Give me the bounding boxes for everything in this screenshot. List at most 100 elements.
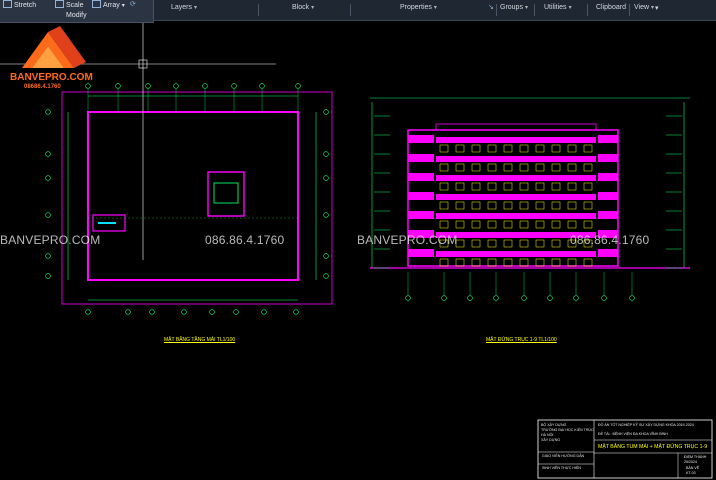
panel-block-label: Block (292, 4, 310, 11)
floor-slab-right (598, 173, 618, 181)
window (455, 201, 465, 210)
floor-slab-right (598, 154, 618, 162)
floor-slab-right (598, 135, 618, 143)
window (519, 201, 529, 210)
axis-bubble (45, 151, 51, 157)
floor-slab-left (408, 173, 434, 181)
axis-bubble (231, 83, 237, 89)
window (551, 182, 561, 191)
chevron-down-icon: ▾ (651, 5, 655, 11)
tb-class-label: ĐIỂM THÀNH (684, 455, 707, 459)
tb-supervisor: GIÁO VIÊN HƯỚNG DẪN (542, 454, 585, 458)
window (471, 144, 481, 153)
axis-bubble (601, 295, 607, 301)
panel-groups-label: Groups (500, 4, 523, 11)
axis-bubble (323, 151, 329, 157)
axis-bubble (45, 253, 51, 259)
window (471, 163, 481, 172)
axis-bubble (45, 109, 51, 115)
array-button[interactable]: Array ▾ (92, 0, 125, 9)
window (503, 239, 513, 248)
drawing-canvas[interactable] (0, 20, 716, 480)
axis-bubble (295, 83, 301, 89)
window (551, 163, 561, 172)
tb-city: HÀ NỘI (541, 433, 554, 437)
chevron-down-icon: ▾ (121, 3, 125, 9)
plan-dimension-frame (61, 91, 333, 305)
floor-balcony (436, 251, 596, 257)
panel-launcher-icon[interactable]: ↘ (488, 3, 494, 11)
plan-sheet-title: MẶT BẰNG TẦNG MÁI TL1/100 (164, 337, 236, 343)
axis-bubble (233, 309, 239, 315)
window (439, 163, 449, 172)
window (439, 182, 449, 191)
window (503, 144, 513, 153)
window (455, 144, 465, 153)
tb-faculty: XÂY DỰNG (541, 438, 561, 442)
axis-bubble (441, 295, 447, 301)
window (487, 182, 497, 191)
stretch-label: Stretch (14, 2, 37, 9)
axis-bubble (45, 212, 51, 218)
scale-label: Scale (66, 2, 84, 9)
axis-bubble (323, 109, 329, 115)
elevation-drawing (370, 97, 690, 301)
floor-slab-left (408, 192, 434, 200)
ribbon-divider (587, 4, 588, 16)
panel-properties[interactable]: Properties ▾ (400, 4, 437, 11)
panel-utilities[interactable]: Utilities ▾ (544, 4, 572, 11)
tb-drawing-label: BẢN VẼ (686, 466, 700, 470)
floor-slab-left (408, 154, 434, 162)
window (455, 258, 465, 267)
panel-view[interactable]: View ▾ (634, 4, 654, 11)
axis-bubble (293, 309, 299, 315)
scale-button[interactable]: Scale (55, 0, 84, 9)
axis-bubble (323, 175, 329, 181)
elevation-sheet-title: MẶT ĐỨNG TRỤC 1-9 TL1/100 (486, 337, 557, 343)
ribbon-divider (534, 4, 535, 16)
floor-slab-right (598, 192, 618, 200)
panel-properties-label: Properties (400, 4, 432, 11)
axis-bubble (145, 83, 151, 89)
ribbon-divider (258, 4, 259, 16)
window (551, 201, 561, 210)
window (535, 258, 545, 267)
window (439, 258, 449, 267)
panel-groups[interactable]: Groups ▾ (500, 4, 528, 11)
axis-bubble (181, 309, 187, 315)
window (551, 258, 561, 267)
stretch-button[interactable]: Stretch (3, 0, 36, 9)
modify-more-icon[interactable]: ⟳ (130, 0, 136, 8)
panel-block[interactable]: Block ▾ (292, 4, 314, 11)
window (567, 163, 577, 172)
panel-clipboard[interactable]: Clipboard (596, 4, 626, 11)
window (487, 258, 497, 267)
window (519, 182, 529, 191)
axis-bubble (115, 83, 121, 89)
floor-balcony (436, 213, 596, 219)
window (503, 182, 513, 191)
window (471, 258, 481, 267)
watermark-brand-right: BANVEPRO.COM (357, 233, 458, 247)
modify-panel: Stretch Scale Array ▾ ⟳ Modify (0, 0, 154, 23)
window (487, 201, 497, 210)
roof-parapet (435, 123, 597, 131)
window (583, 163, 593, 172)
floor-slab-left (408, 135, 434, 143)
chevron-down-icon: ▾ (524, 5, 528, 11)
window (471, 201, 481, 210)
tb-sheet-name: MẶT BẰNG TUM MÁI + MẶT ĐỨNG TRỤC 1-9 (598, 444, 708, 450)
panel-layers[interactable]: Layers ▾ (171, 4, 197, 11)
scale-icon (55, 0, 64, 8)
window (567, 220, 577, 229)
window (551, 239, 561, 248)
overflow-caret-icon[interactable]: ▾ (655, 4, 659, 12)
window (583, 201, 593, 210)
window (567, 258, 577, 267)
chevron-down-icon: ▾ (311, 5, 315, 11)
stair-tower-box (207, 171, 245, 217)
window (519, 258, 529, 267)
window (487, 144, 497, 153)
floor-balcony (436, 194, 596, 200)
panel-clipboard-label: Clipboard (596, 4, 626, 11)
